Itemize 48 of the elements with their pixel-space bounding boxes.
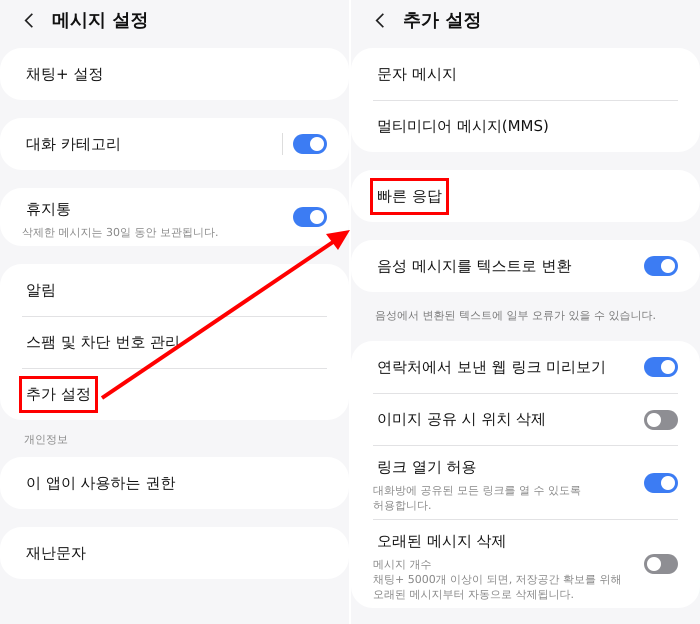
item-description: 메시지 개수 채팅+ 5000개 이상이 되면, 저장공간 확보를 위해 오래된 메시지부터 자동으로 삭제됩니다. — [373, 557, 622, 602]
back-icon[interactable] — [375, 12, 385, 28]
item-label: 대화 카테고리 — [25, 134, 122, 154]
settings-item[interactable]: 오래된 메시지 삭제 메시지 개수 채팅+ 5000개 이상이 되면, 저장공간 확보를 위해 오래된 메시지부터 자동으로 삭제됩니다. — [373, 519, 678, 608]
item-label: 재난문자 — [25, 542, 87, 564]
back-icon[interactable] — [24, 12, 34, 28]
settings-item[interactable]: 채팅+ 설정 — [22, 48, 327, 100]
item-label: 링크 열기 허용 — [376, 457, 478, 478]
item-label: 스팸 및 차단 번호 관리 — [25, 332, 182, 353]
settings-item[interactable]: 빠른 응답 — [373, 170, 678, 222]
toggle-switch[interactable] — [644, 472, 678, 492]
toggle-switch[interactable] — [644, 357, 678, 377]
item-label: 이 앱이 사용하는 권한 — [25, 472, 176, 494]
toggle-switch[interactable] — [644, 410, 678, 430]
toggle-switch[interactable] — [293, 134, 327, 154]
note-text: 음성에서 변환된 텍스트에 일부 오류가 있을 수 있습니다. — [374, 308, 657, 324]
item-label: 추가 설정 — [19, 376, 98, 413]
settings-item[interactable]: 재난문자 — [22, 527, 327, 579]
item-label: 오래된 메시지 삭제 — [376, 531, 508, 552]
settings-item[interactable]: 휴지통 삭제한 메시지는 30일 동안 보관됩니다. — [22, 188, 327, 246]
item-label: 멀티미디어 메시지(MMS) — [376, 116, 550, 137]
item-label: 연락처에서 보낸 웹 링크 미리보기 — [376, 356, 608, 378]
toggle-switch[interactable] — [293, 207, 327, 227]
item-label: 채팅+ 설정 — [25, 64, 104, 84]
settings-item[interactable]: 이미지 공유 시 위치 삭제 — [373, 393, 678, 445]
settings-item[interactable]: 문자 메시지 — [373, 48, 678, 100]
item-label: 이미지 공유 시 위치 삭제 — [376, 409, 548, 430]
settings-item[interactable]: 링크 열기 허용 대화방에 공유된 모든 링크를 열 수 있도록 허용합니다. — [373, 445, 678, 519]
item-label: 알림 — [25, 280, 57, 300]
item-label: 문자 메시지 — [376, 64, 458, 84]
item-label: 휴지통 — [25, 199, 72, 220]
screen-title: 메시지 설정 — [52, 9, 148, 32]
settings-item[interactable]: 알림 — [22, 264, 327, 316]
item-label: 빠른 응답 — [370, 178, 449, 214]
settings-item[interactable]: 스팸 및 차단 번호 관리 — [22, 316, 327, 368]
item-label: 음성 메시지를 텍스트로 변환 — [376, 256, 572, 276]
toggle-switch[interactable] — [644, 256, 678, 276]
item-description: 삭제한 메시지는 30일 동안 보관됩니다. — [22, 225, 218, 240]
settings-item[interactable]: 멀티미디어 메시지(MMS) — [373, 100, 678, 152]
settings-item[interactable]: 연락처에서 보낸 웹 링크 미리보기 — [373, 341, 678, 393]
section-label: 개인정보 — [23, 432, 69, 448]
settings-item[interactable]: 대화 카테고리 — [22, 118, 327, 170]
settings-item[interactable]: 추가 설정 — [22, 368, 327, 420]
item-description: 대화방에 공유된 모든 링크를 열 수 있도록 허용합니다. — [373, 483, 581, 513]
settings-item[interactable]: 이 앱이 사용하는 권한 — [22, 457, 327, 509]
toggle-switch[interactable] — [644, 554, 678, 574]
screen-title: 추가 설정 — [403, 9, 482, 32]
settings-item[interactable]: 음성 메시지를 텍스트로 변환 — [373, 240, 678, 292]
